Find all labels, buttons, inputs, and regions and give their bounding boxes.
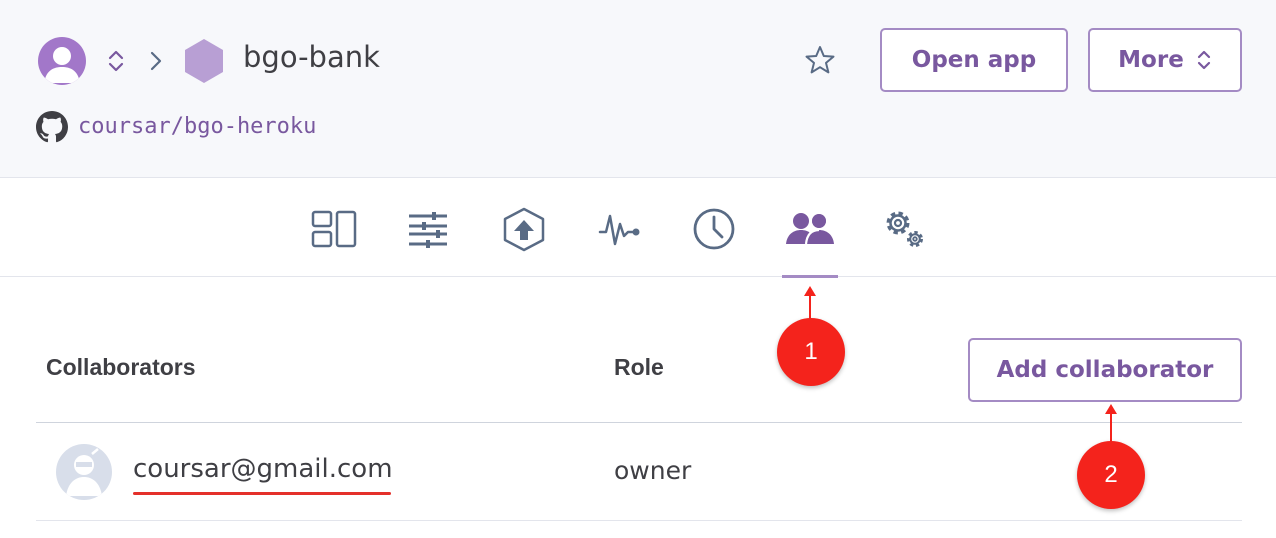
- active-tab-indicator: [782, 275, 838, 278]
- ninja-avatar-icon: [66, 448, 102, 496]
- activity-clock-icon: [693, 208, 735, 250]
- up-down-chevron-icon: [1197, 50, 1210, 70]
- role-column-header: Role: [614, 354, 664, 380]
- user-silhouette-icon: [44, 47, 80, 83]
- overview-icon: [311, 210, 357, 248]
- deploy-icon: [503, 207, 545, 252]
- github-icon: [36, 111, 68, 147]
- account-avatar[interactable]: [38, 37, 86, 85]
- annotation-marker-1: 1: [777, 318, 845, 386]
- annotation-arrow-2: [1105, 404, 1117, 444]
- app-name[interactable]: bgo-bank: [243, 40, 380, 74]
- favorite-star-icon[interactable]: [804, 44, 836, 80]
- open-app-button[interactable]: Open app: [880, 28, 1068, 92]
- chevron-right-icon: [147, 49, 165, 77]
- annotation-arrow-1: [804, 286, 816, 320]
- resources-icon: [409, 212, 447, 248]
- collaborator-role: owner: [614, 456, 692, 485]
- metrics-icon: [598, 214, 640, 246]
- collaborator-avatar: [56, 444, 112, 500]
- tab-settings[interactable]: [880, 208, 928, 256]
- collaborator-email: coursar@gmail.com: [133, 454, 393, 484]
- tab-metrics[interactable]: [598, 208, 642, 254]
- annotation-marker-2: 2: [1077, 441, 1145, 509]
- app-header: bgo-bank Open app More coursar/bgo-herok…: [0, 0, 1276, 178]
- tab-deploy[interactable]: [500, 207, 548, 256]
- tab-resources[interactable]: [406, 208, 450, 254]
- table-row-divider: [36, 520, 1242, 521]
- account-switcher-icon[interactable]: [106, 48, 126, 78]
- collaborators-column-header: Collaborators: [46, 354, 196, 380]
- tab-activity[interactable]: [692, 208, 736, 255]
- more-button[interactable]: More: [1088, 28, 1242, 92]
- repo-link[interactable]: coursar/bgo-heroku: [78, 114, 316, 139]
- people-icon: [786, 211, 834, 245]
- table-header-divider: [36, 422, 1242, 423]
- app-nav-tabs: [0, 178, 1276, 277]
- tab-access[interactable]: [784, 208, 836, 254]
- more-label: More: [1118, 47, 1184, 73]
- email-highlight-underline: [133, 492, 391, 495]
- add-collaborator-button[interactable]: Add collaborator: [968, 338, 1242, 402]
- app-hexagon-icon: [183, 38, 225, 88]
- tab-overview[interactable]: [310, 208, 358, 254]
- settings-gears-icon: [886, 211, 923, 247]
